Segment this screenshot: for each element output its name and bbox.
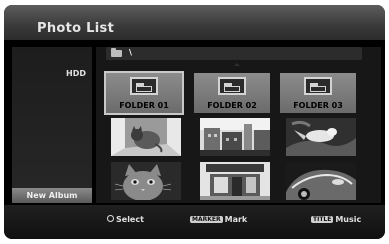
marker-key-icon: MARKER xyxy=(190,216,223,223)
photo-thumbnail-bird[interactable] xyxy=(286,118,356,156)
folder-label: FOLDER 02 xyxy=(207,101,257,110)
photo-list-screen: Photo List HDD New Album \ FOLDER 01 FOL… xyxy=(4,5,385,239)
folder-tile[interactable]: FOLDER 03 xyxy=(280,73,356,113)
title-key-icon: TITLE xyxy=(311,216,334,223)
folder-tile[interactable]: FOLDER 02 xyxy=(194,73,270,113)
select-label: Select xyxy=(116,215,144,224)
folder-icon xyxy=(218,77,246,95)
folder-tile[interactable]: FOLDER 01 xyxy=(104,71,184,115)
folder-label: FOLDER 01 xyxy=(119,101,169,110)
mark-label: Mark xyxy=(224,215,248,224)
folder-icon xyxy=(130,77,158,95)
source-hdd-label[interactable]: HDD xyxy=(66,69,86,78)
button-guide-bar: Select MARKER Mark TITLE Music xyxy=(4,205,385,239)
photo-thumbnail-buildings[interactable] xyxy=(200,118,270,156)
folder-label: FOLDER 03 xyxy=(293,101,343,110)
select-hint: Select xyxy=(107,215,144,224)
mark-hint: MARKER Mark xyxy=(190,215,247,224)
scroll-up-icon[interactable] xyxy=(234,63,240,66)
current-path: \ xyxy=(129,48,132,57)
photo-thumbnail-cat[interactable] xyxy=(111,118,181,156)
page-title: Photo List xyxy=(37,21,115,36)
photo-thumbnail-kitten[interactable] xyxy=(111,162,181,200)
new-album-button[interactable]: New Album xyxy=(12,188,92,203)
photo-thumbnail-car[interactable] xyxy=(286,162,356,200)
folder-icon xyxy=(111,48,122,57)
music-hint: TITLE Music xyxy=(311,215,361,224)
content-area: \ FOLDER 01 FOLDER 02 FOLDER 03 xyxy=(96,47,381,210)
photo-thumbnail-storefront[interactable] xyxy=(200,162,270,200)
sidebar: HDD New Album xyxy=(12,47,92,203)
path-bar: \ xyxy=(106,47,362,60)
title-bar: Photo List xyxy=(4,5,385,40)
music-label: Music xyxy=(335,215,362,224)
enter-button-icon xyxy=(107,215,114,222)
folder-icon xyxy=(304,77,332,95)
